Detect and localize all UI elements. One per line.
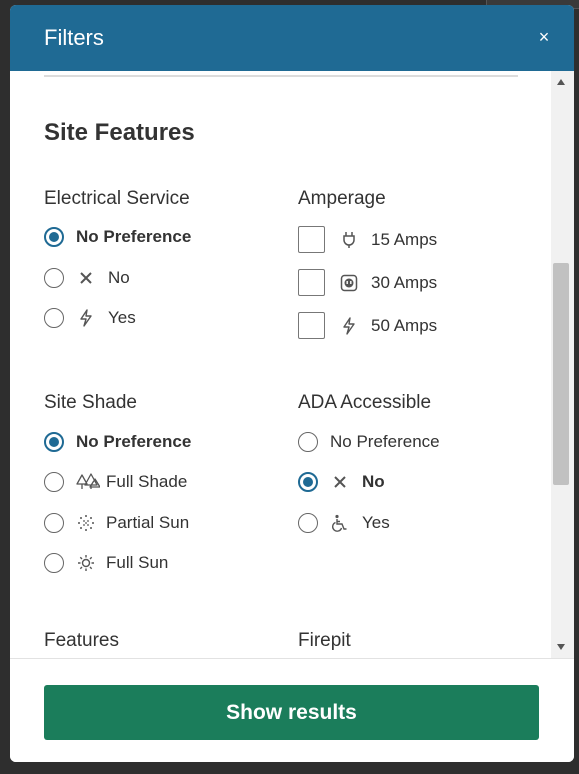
shade-full-sun-radio[interactable]: Full Sun (44, 550, 168, 576)
outlet-icon (339, 273, 359, 293)
close-button[interactable]: × (534, 27, 554, 47)
scroll-down-arrow-icon[interactable] (557, 644, 565, 650)
ada-no-preference-radio[interactable]: No Preference (298, 429, 440, 455)
electrical-no-preference-radio[interactable]: No Preference (44, 224, 191, 250)
lightning-bolt-icon (339, 316, 359, 336)
plug-icon (339, 230, 359, 250)
sun-icon (76, 553, 96, 573)
radio-button[interactable] (44, 268, 64, 288)
modal-title: Filters (44, 25, 104, 50)
x-icon (76, 268, 96, 288)
amperage-30-checkbox[interactable]: 30 Amps (298, 269, 437, 296)
electrical-yes-radio[interactable]: Yes (44, 305, 136, 331)
ada-accessible-label: ADA Accessible (298, 392, 432, 413)
radio-button-selected[interactable] (298, 472, 318, 492)
site-shade-label: Site Shade (44, 392, 137, 413)
filters-modal: Filters × Site Features Electrical Servi… (10, 5, 574, 762)
option-label: 15 Amps (371, 229, 438, 249)
modal-header: Filters × (10, 5, 574, 71)
divider (44, 75, 518, 77)
modal-footer: Show results (10, 658, 574, 762)
amperage-50-checkbox[interactable]: 50 Amps (298, 312, 437, 339)
option-label: 50 Amps (371, 315, 438, 335)
radio-button[interactable] (298, 513, 318, 533)
option-label: No Preference (76, 432, 192, 451)
option-label: 30 Amps (371, 272, 438, 292)
radio-button[interactable] (44, 553, 64, 573)
wheelchair-icon (330, 513, 350, 533)
amperage-15-checkbox[interactable]: 15 Amps (298, 226, 437, 253)
firepit-label: Firepit (298, 630, 351, 651)
section-title: Site Features (44, 119, 195, 146)
filters-scroll-area[interactable]: Site Features Electrical Service No Pref… (10, 71, 574, 658)
partial-sun-icon (76, 513, 96, 533)
shade-partial-sun-radio[interactable]: Partial Sun (44, 510, 189, 536)
x-icon (330, 472, 350, 492)
show-results-button[interactable]: Show results (44, 685, 539, 740)
option-label: Full Sun (106, 553, 169, 572)
radio-button-selected[interactable] (44, 432, 64, 452)
trees-icon (76, 472, 100, 492)
shade-no-preference-radio[interactable]: No Preference (44, 429, 191, 455)
shade-full-shade-radio[interactable]: Full Shade (44, 469, 187, 495)
radio-button[interactable] (44, 472, 64, 492)
option-label: Full Shade (106, 472, 188, 491)
ada-no-radio[interactable]: No (298, 469, 385, 495)
option-label: No Preference (330, 432, 440, 451)
option-label: No Preference (76, 227, 192, 246)
radio-button-selected[interactable] (44, 227, 64, 247)
scrollbar-thumb[interactable] (553, 263, 569, 485)
option-label: Yes (108, 308, 136, 327)
option-label: No (108, 268, 130, 287)
features-label: Features (44, 630, 119, 651)
electrical-no-radio[interactable]: No (44, 265, 130, 291)
scroll-up-arrow-icon[interactable] (557, 79, 565, 85)
checkbox[interactable] (298, 226, 325, 253)
radio-button[interactable] (44, 308, 64, 328)
option-label: Yes (362, 513, 390, 532)
amperage-label: Amperage (298, 188, 386, 209)
scrollbar[interactable] (551, 71, 574, 658)
radio-button[interactable] (298, 432, 318, 452)
option-label: No (362, 472, 385, 491)
ada-yes-radio[interactable]: Yes (298, 510, 390, 536)
electrical-service-label: Electrical Service (44, 188, 190, 209)
checkbox[interactable] (298, 269, 325, 296)
option-label: Partial Sun (106, 513, 190, 532)
lightning-bolt-icon (76, 308, 96, 328)
checkbox[interactable] (298, 312, 325, 339)
radio-button[interactable] (44, 513, 64, 533)
